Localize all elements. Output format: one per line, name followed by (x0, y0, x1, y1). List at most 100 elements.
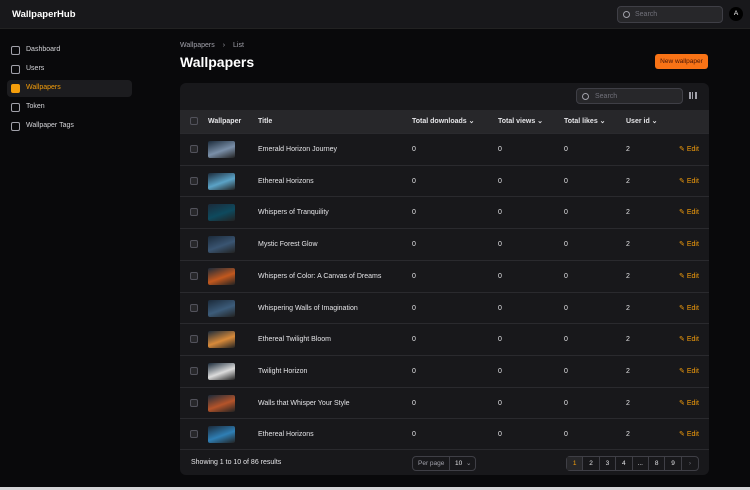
edit-icon: ✎ (679, 272, 685, 280)
table-row: Twilight Horizon 0 0 0 2 ✎ Edit (180, 354, 709, 387)
wallpaper-thumbnail[interactable] (208, 172, 235, 190)
per-page-label: Per page (418, 460, 445, 467)
row-checkbox[interactable] (190, 335, 198, 344)
total-downloads: 0 (412, 399, 416, 407)
columns-toggle-icon[interactable] (689, 92, 697, 99)
wallpaper-thumbnail[interactable] (208, 331, 235, 349)
fingerprint-icon (11, 103, 20, 112)
total-downloads: 0 (412, 304, 416, 312)
page-9[interactable]: 9 (665, 457, 682, 470)
total-likes: 0 (564, 241, 568, 249)
wallpaper-title: Emerald Horizon Journey (258, 146, 337, 153)
total-downloads: 0 (412, 146, 416, 153)
next-page-button[interactable]: › (682, 457, 698, 470)
row-checkbox[interactable] (190, 208, 198, 217)
top-bar: WallpaperHub Search A (0, 0, 750, 29)
row-checkbox[interactable] (190, 240, 198, 249)
wallpapers-table-card: Search Wallpaper Title Total downloads ⌄… (180, 83, 709, 475)
wallpaper-thumbnail[interactable] (208, 299, 235, 317)
wallpaper-thumbnail[interactable] (208, 362, 235, 380)
global-search-input[interactable]: Search (617, 6, 723, 23)
edit-button[interactable]: ✎ Edit (679, 166, 699, 197)
edit-button[interactable]: ✎ Edit (679, 388, 699, 419)
results-summary: Showing 1 to 10 of 86 results (191, 459, 282, 466)
breadcrumb-wallpapers[interactable]: Wallpapers (180, 42, 215, 49)
total-downloads: 0 (412, 367, 416, 375)
total-views: 0 (498, 209, 502, 217)
sidebar-item-token[interactable]: Token (7, 99, 132, 116)
table-header: Wallpaper Title Total downloads ⌄ Total … (180, 110, 709, 133)
col-user-id[interactable]: User id ⌄ (626, 110, 658, 133)
search-icon (582, 93, 589, 100)
wallpaper-thumbnail[interactable] (208, 426, 235, 444)
wallpaper-thumbnail[interactable] (208, 394, 235, 412)
wallpaper-thumbnail[interactable] (208, 267, 235, 285)
col-downloads[interactable]: Total downloads ⌄ (412, 110, 475, 133)
edit-button[interactable]: ✎ Edit (679, 419, 699, 450)
edit-icon: ✎ (679, 241, 685, 249)
wallpaper-thumbnail[interactable] (208, 204, 235, 222)
page-2[interactable]: 2 (583, 457, 600, 470)
edit-button[interactable]: ✎ Edit (679, 197, 699, 228)
select-all-checkbox[interactable] (190, 117, 198, 125)
edit-button[interactable]: ✎ Edit (679, 324, 699, 355)
edit-icon: ✎ (679, 431, 685, 439)
sidebar-item-label: Users (26, 65, 45, 72)
brand-logo[interactable]: WallpaperHub (12, 9, 76, 20)
user-id: 2 (626, 367, 630, 375)
sidebar-item-users[interactable]: Users (7, 61, 132, 78)
row-checkbox[interactable] (190, 271, 198, 280)
col-views[interactable]: Total views ⌄ (498, 110, 543, 133)
total-likes: 0 (564, 209, 568, 217)
sidebar-item-wallpaper-tags[interactable]: Wallpaper Tags (7, 118, 132, 135)
page-4[interactable]: 4 (616, 457, 633, 470)
table-row: Whispering Walls of Imagination 0 0 0 2 … (180, 291, 709, 324)
sidebar-item-wallpapers[interactable]: Wallpapers (7, 80, 132, 97)
total-views: 0 (498, 272, 502, 280)
edit-icon: ✎ (679, 304, 685, 312)
chevron-down-icon: ⌄ (466, 460, 472, 467)
total-likes: 0 (564, 177, 568, 185)
edit-icon: ✎ (679, 209, 685, 217)
row-checkbox[interactable] (190, 398, 198, 407)
edit-button[interactable]: ✎ Edit (679, 356, 699, 387)
table-search-input[interactable]: Search (576, 88, 683, 104)
total-likes: 0 (564, 399, 568, 407)
table-row: Ethereal Horizons 0 0 0 2 ✎ Edit (180, 164, 709, 197)
row-checkbox[interactable] (190, 176, 198, 185)
sidebar-item-dashboard[interactable]: Dashboard (7, 42, 132, 59)
breadcrumb: Wallpapers › List (180, 42, 244, 49)
user-id: 2 (626, 399, 630, 407)
table-row: Whispers of Tranquility 0 0 0 2 ✎ Edit (180, 196, 709, 228)
sidebar-item-label: Wallpaper Tags (26, 122, 74, 129)
row-checkbox[interactable] (190, 303, 198, 312)
wallpaper-thumbnail[interactable] (208, 236, 235, 254)
wallpaper-thumbnail[interactable] (208, 141, 235, 158)
page-1[interactable]: 1 (567, 457, 584, 470)
search-icon (623, 11, 630, 18)
total-likes: 0 (564, 431, 568, 439)
row-checkbox[interactable] (190, 366, 198, 375)
user-avatar[interactable]: A (729, 7, 743, 21)
edit-icon: ✎ (679, 399, 685, 407)
col-likes[interactable]: Total likes ⌄ (564, 110, 606, 133)
table-footer: Showing 1 to 10 of 86 results Per page 1… (180, 449, 709, 475)
edit-icon: ✎ (679, 336, 685, 344)
edit-button[interactable]: ✎ Edit (679, 229, 699, 260)
sidebar-item-label: Token (26, 103, 45, 110)
total-likes: 0 (564, 272, 568, 280)
page-8[interactable]: 8 (649, 457, 666, 470)
per-page-select[interactable]: Per page 10 ⌄ (412, 456, 476, 471)
user-id: 2 (626, 177, 630, 185)
edit-button[interactable]: ✎ Edit (679, 293, 699, 324)
row-checkbox[interactable] (190, 430, 198, 439)
edit-button[interactable]: ✎ Edit (679, 261, 699, 292)
page-3[interactable]: 3 (600, 457, 617, 470)
table-row: Ethereal Twilight Bloom 0 0 0 2 ✎ Edit (180, 323, 709, 355)
row-checkbox[interactable] (190, 145, 198, 153)
wallpaper-title: Whispering Walls of Imagination (258, 304, 358, 312)
edit-button[interactable]: ✎ Edit (679, 134, 699, 165)
edit-icon: ✎ (679, 367, 685, 375)
new-wallpaper-button[interactable]: New wallpaper (655, 54, 708, 69)
total-downloads: 0 (412, 209, 416, 217)
